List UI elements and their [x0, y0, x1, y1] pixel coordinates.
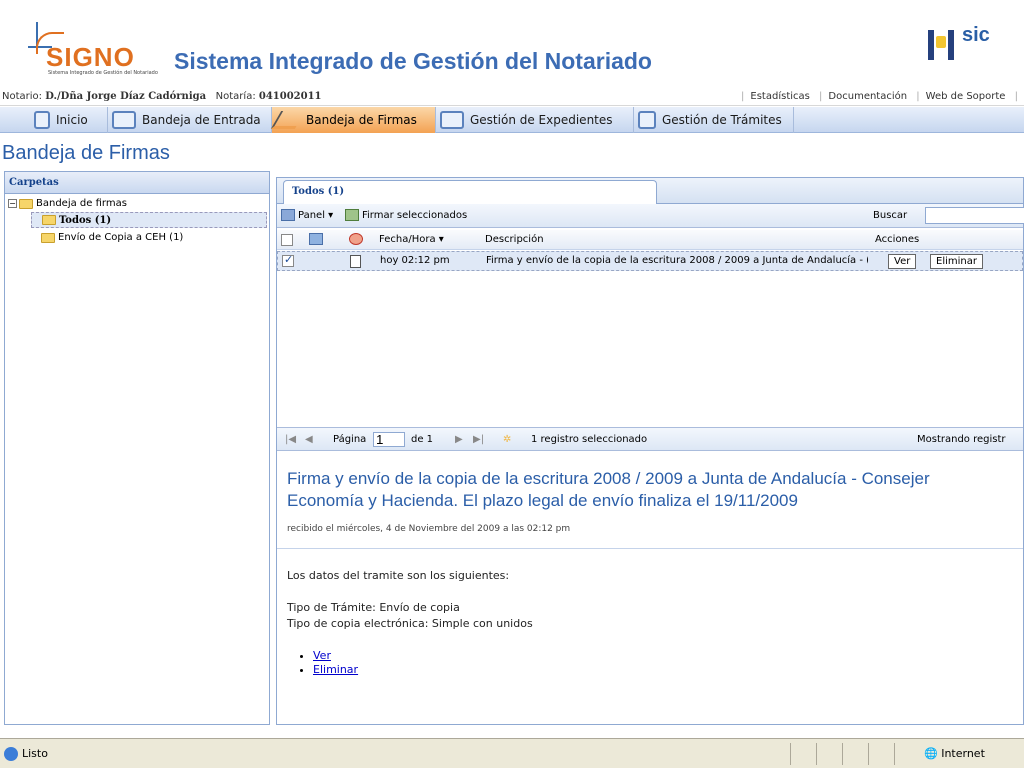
search-input[interactable]	[925, 207, 1024, 224]
row-description: Firma y envío de la copia de la escritur…	[486, 255, 868, 266]
attachment-icon	[309, 233, 323, 245]
tree-item-envio-copia[interactable]: Envío de Copia a CEH (1)	[41, 232, 183, 243]
link-documentacion[interactable]: Documentación	[828, 91, 907, 102]
messages-toolbar: Panel ▾ Firmar seleccionados Buscar	[277, 204, 1024, 228]
search-label: Buscar	[873, 210, 908, 221]
page-total: de 1	[411, 434, 434, 445]
selection-count: 1 registro seleccionado	[531, 434, 648, 445]
tree-item-todos[interactable]: Todos (1)	[31, 212, 267, 228]
first-page-icon[interactable]: |◀	[285, 434, 296, 445]
panel-button[interactable]: Panel ▾	[281, 209, 333, 221]
link-estadisticas[interactable]: Estadísticas	[750, 91, 809, 102]
link-web-soporte[interactable]: Web de Soporte	[926, 91, 1006, 102]
last-page-icon[interactable]: ▶|	[473, 434, 484, 445]
tree-root[interactable]: − Bandeja de firmas	[8, 198, 127, 209]
info-bar: Notario: D./Dña Jorge Díaz Cadórniga Not…	[0, 88, 1024, 106]
status-text: Listo	[22, 747, 48, 760]
notariado-logo	[928, 18, 956, 62]
detail-title: Firma y envío de la copia de la escritur…	[287, 469, 930, 510]
tab-gestion-tramites[interactable]: Gestión de Trámites	[634, 107, 794, 133]
messages-panel: Todos (1) Panel ▾ Firmar seleccionados B…	[276, 177, 1024, 725]
select-all-checkbox[interactable]	[281, 234, 293, 246]
folder-icon	[42, 215, 56, 225]
tab-todos[interactable]: Todos (1)	[283, 180, 657, 204]
home-icon	[34, 111, 50, 129]
status-bar: Listo 🌐 Internet	[0, 738, 1024, 768]
notaria-code: 041002011	[258, 91, 322, 102]
document-icon	[350, 255, 361, 268]
column-acciones: Acciones	[875, 234, 920, 245]
app-header: SIGNO Sistema Integrado de Gestión del N…	[0, 0, 1024, 88]
panel-icon	[281, 209, 295, 221]
logo-text: SIGNO	[46, 42, 135, 72]
detail-link-eliminar[interactable]: Eliminar	[313, 663, 358, 676]
envelope-icon	[112, 111, 136, 129]
sic-logo: sic	[962, 24, 990, 46]
view-button[interactable]: Ver	[888, 254, 917, 269]
table-row[interactable]: hoy 02:12 pm Firma y envío de la copia d…	[277, 251, 1023, 271]
row-checkbox[interactable]	[282, 253, 294, 267]
prev-page-icon[interactable]: ◀	[305, 434, 313, 445]
page-label: Página	[333, 434, 367, 445]
divider	[277, 548, 1023, 549]
zone-indicator: 🌐 Internet	[924, 747, 985, 760]
next-page-icon[interactable]: ▶	[455, 434, 463, 445]
pen-icon	[270, 111, 306, 129]
row-datetime: hoy 02:12 pm	[380, 255, 450, 266]
logo-subtext: Sistema Integrado de Gestión del Notaria…	[48, 70, 158, 76]
refresh-icon[interactable]: ✲	[503, 434, 511, 445]
folders-panel-title: Carpetas	[5, 172, 269, 194]
folders-panel: Carpetas − Bandeja de firmas Todos (1) E…	[4, 171, 270, 725]
tab-gestion-expedientes[interactable]: Gestión de Expedientes	[436, 107, 634, 133]
notario-name: D./Dña Jorge Díaz Cadórniga	[45, 91, 207, 102]
collapse-icon[interactable]: −	[8, 199, 17, 208]
column-fecha-hora[interactable]: Fecha/Hora ▾	[379, 234, 444, 245]
document-list-icon	[638, 111, 656, 129]
folder-icon	[440, 111, 464, 129]
detail-link-ver[interactable]: Ver	[313, 649, 331, 662]
messages-tabs: Todos (1)	[277, 178, 1023, 204]
showing-records: Mostrando registr	[917, 434, 1006, 445]
sign-selected-button[interactable]: Firmar seleccionados	[345, 209, 467, 221]
detail-links: Ver Eliminar	[313, 649, 358, 677]
folder-open-icon	[19, 198, 33, 209]
folder-icon	[41, 232, 55, 243]
header-links: | Estadísticas | Documentación | Web de Sop…	[741, 91, 1018, 102]
sign-icon	[345, 209, 359, 221]
notario-info: Notario: D./Dña Jorge Díaz Cadórniga Not…	[2, 91, 322, 102]
signo-logo: SIGNO Sistema Integrado de Gestión del N…	[28, 22, 163, 80]
app-title: Sistema Integrado de Gestión del Notaria…	[174, 48, 652, 74]
priority-icon	[349, 233, 363, 245]
page-title: Bandeja de Firmas	[2, 142, 170, 164]
grid-header: Fecha/Hora ▾ Descripción Acciones	[277, 230, 1023, 250]
detail-body: Los datos del tramite son los siguientes…	[287, 569, 533, 630]
delete-button[interactable]: Eliminar	[930, 254, 983, 269]
tab-bandeja-entrada[interactable]: Bandeja de Entrada	[108, 107, 272, 133]
pager: |◀ ◀ Página de 1 ▶ ▶| ✲ 1 registro selec…	[277, 427, 1023, 451]
ie-icon	[4, 747, 18, 761]
main-nav: Inicio Bandeja de Entrada Bandeja de Fir…	[0, 107, 1024, 133]
page-input[interactable]	[373, 432, 405, 447]
column-descripcion[interactable]: Descripción	[485, 234, 544, 245]
tab-bandeja-firmas[interactable]: Bandeja de Firmas	[270, 107, 436, 133]
tab-inicio[interactable]: Inicio	[30, 107, 108, 133]
detail-received-date: recibido el miércoles, 4 de Noviembre de…	[287, 524, 571, 534]
